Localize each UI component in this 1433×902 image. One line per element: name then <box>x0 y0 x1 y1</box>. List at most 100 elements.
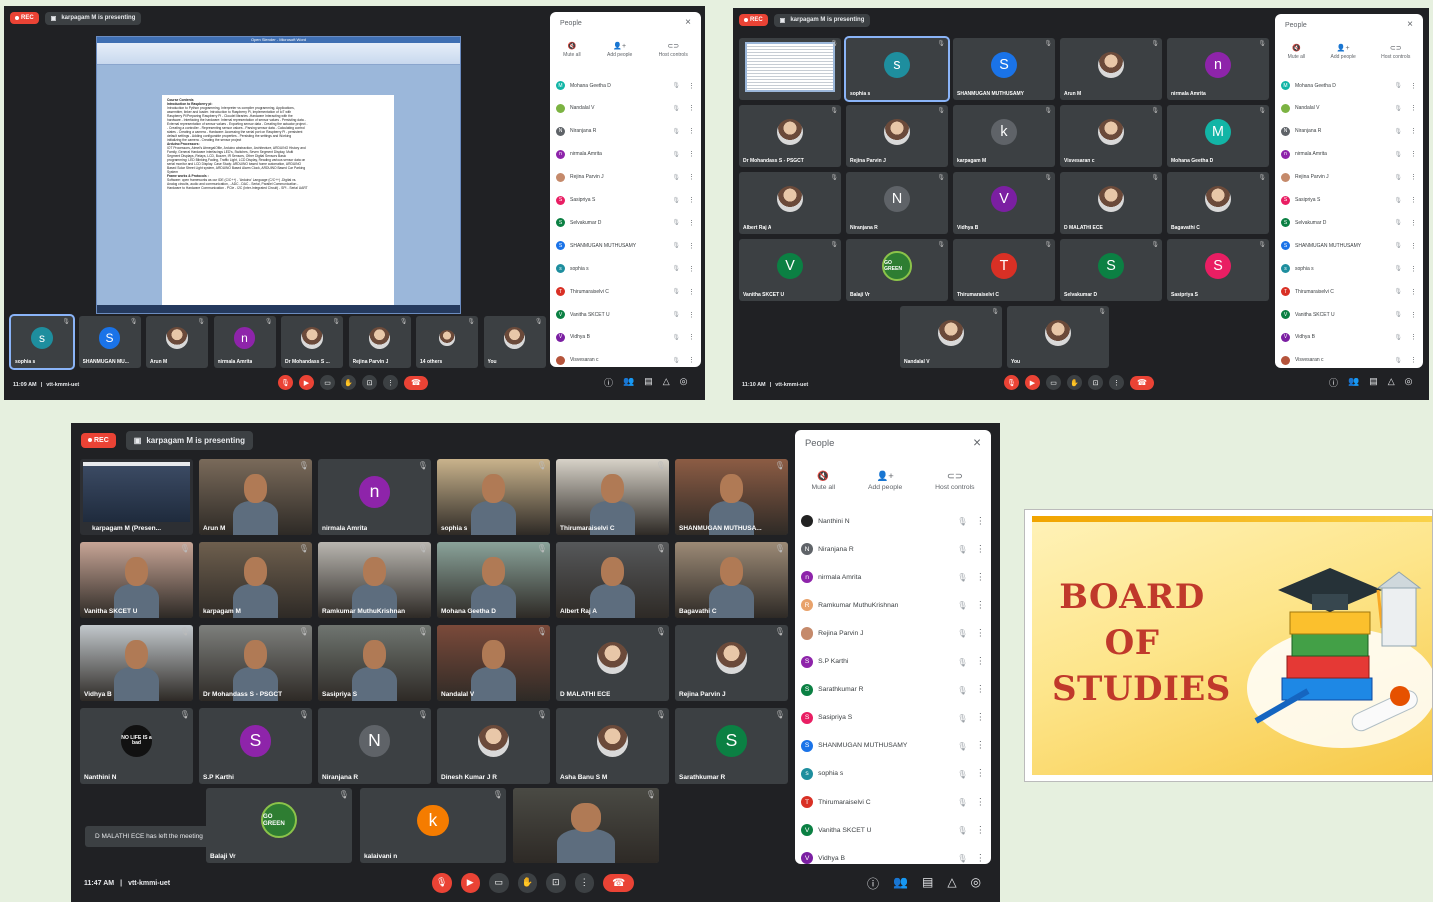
mic-off-icon[interactable]: 🎙 <box>672 242 680 249</box>
more-options-icon[interactable]: ⋮ <box>976 825 985 836</box>
more-options-icon[interactable]: ⋮ <box>976 853 985 864</box>
more-options-icon[interactable]: ⋮ <box>688 333 695 341</box>
people-icon[interactable]: 👥 <box>893 875 908 892</box>
participant-tile[interactable]: s 🎙 sophia s <box>844 36 950 102</box>
participant-row[interactable]: S SHANMUGAN MUTHUSAMY 🎙 ⋮ <box>556 241 695 251</box>
participant-tile[interactable]: 🎙 Dr Mohandass S ... <box>281 316 343 368</box>
host-controls-button[interactable]: ⊂⊃ Host controls <box>659 42 688 58</box>
mic-off-icon[interactable]: 🎙 <box>1394 311 1402 318</box>
chat-icon[interactable]: ▤ <box>1369 376 1378 389</box>
participant-tile[interactable]: 🎙 Bagavathi C <box>1167 172 1269 234</box>
mic-off-icon[interactable]: 🎙 <box>672 128 680 135</box>
participant-row[interactable]: V Vidhya B 🎙 ⋮ <box>801 852 985 864</box>
participant-row[interactable]: S Sarathkumar R 🎙 ⋮ <box>801 683 985 696</box>
participant-row[interactable]: S Sasipriya S 🎙 ⋮ <box>556 195 695 205</box>
participant-tile[interactable]: T 🎙 Thirumaraiselvi C <box>953 239 1055 301</box>
participant-row[interactable]: N Niranjana R 🎙 ⋮ <box>556 126 695 136</box>
mic-off-icon[interactable]: 🎙 <box>957 713 967 723</box>
participant-tile[interactable]: 🎙 Dr Mohandass S - PSGCT <box>739 105 841 167</box>
more-options-icon[interactable]: ⋮ <box>1410 333 1417 341</box>
participant-row[interactable]: V Vanitha SKCET U 🎙 ⋮ <box>1281 310 1417 319</box>
participant-row[interactable]: M Mohana Geetha D 🎙 ⋮ <box>556 81 695 90</box>
more-options-icon[interactable]: ⋮ <box>1410 288 1417 296</box>
more-options-icon[interactable]: ⋮ <box>976 740 985 751</box>
participant-row[interactable]: S Selvakumar D 🎙 ⋮ <box>556 218 695 228</box>
mic-off-icon[interactable]: 🎙 <box>1394 242 1402 249</box>
participant-tile[interactable]: k 🎙 karpagam M <box>953 105 1055 167</box>
more-options-icon[interactable]: ⋮ <box>1410 356 1417 364</box>
participant-tile[interactable]: 🎙 SHANMUGAN MUTHUSA... <box>675 459 788 535</box>
presenting-indicator[interactable]: ▣ karpagam M is presenting <box>125 430 254 450</box>
participant-row[interactable]: Nandalal V 🎙 ⋮ <box>1281 103 1417 113</box>
more-options-icon[interactable]: ⋮ <box>688 82 695 90</box>
participant-tile[interactable]: 🎙 You <box>483 316 546 368</box>
participant-row[interactable]: Visvesaran c 🎙 ⋮ <box>556 355 695 365</box>
more-options-icon[interactable]: ⋮ <box>1410 311 1417 319</box>
participant-tile[interactable]: n 🎙 nirmala Amrita <box>318 459 431 535</box>
security-icon[interactable]: ◎ <box>1405 376 1413 389</box>
participant-tile[interactable]: 🎙 14 others <box>416 316 478 368</box>
participant-tile[interactable]: 🎙 karpagam M <box>199 542 312 618</box>
mic-off-icon[interactable]: 🎙 <box>957 544 967 554</box>
more-options-icon[interactable]: ⋮ <box>688 356 695 364</box>
more-options-icon[interactable]: ⋮ <box>688 219 695 227</box>
security-icon[interactable]: ◎ <box>680 376 688 389</box>
present-button[interactable]: ⊡ <box>362 375 377 390</box>
end-call-button[interactable]: ☎ <box>404 375 428 390</box>
participant-tile[interactable]: n 🎙 nirmala Amrita <box>1167 38 1269 100</box>
more-options-icon[interactable]: ⋮ <box>1410 265 1417 273</box>
more-options-icon[interactable]: ⋮ <box>688 242 695 250</box>
more-options-icon[interactable]: ⋮ <box>688 150 695 158</box>
participant-row[interactable]: S S.P Karthi 🎙 ⋮ <box>801 655 985 668</box>
participant-tile[interactable]: s 🎙 sophia s <box>9 314 75 370</box>
close-icon[interactable]: × <box>973 435 981 450</box>
mute-all-button[interactable]: 🔇 Mute all <box>1288 44 1306 60</box>
participant-row[interactable]: T Thirumaraiselvi C 🎙 ⋮ <box>1281 287 1417 297</box>
participant-tile[interactable]: 🎙 Bagavathi C <box>675 542 788 618</box>
more-options-icon[interactable]: ⋮ <box>976 684 985 695</box>
more-options-icon[interactable]: ⋮ <box>688 265 695 273</box>
mic-off-icon[interactable]: 🎙 <box>1394 174 1402 181</box>
mic-off-icon[interactable]: 🎙 <box>1394 288 1402 295</box>
captions-button[interactable]: ▭ <box>1046 375 1061 390</box>
participant-tile[interactable]: 🎙 Rejina Parvin J <box>846 105 948 167</box>
camera-off-button[interactable]: ▶ <box>299 375 314 390</box>
participant-tile[interactable]: 🎙 Ramkumar MuthuKrishnan <box>318 542 431 618</box>
more-options-icon[interactable]: ⋮ <box>976 572 985 583</box>
camera-off-button[interactable]: ▶ <box>460 873 480 893</box>
more-options-button[interactable]: ⋮ <box>383 375 398 390</box>
mic-off-button[interactable]: 🎙 <box>1004 375 1019 390</box>
host-controls-button[interactable]: ⊂⊃ Host controls <box>1381 44 1410 60</box>
activities-icon[interactable]: △ <box>663 376 670 389</box>
participant-row[interactable]: Visvesaran c 🎙 ⋮ <box>1281 355 1417 365</box>
mute-all-button[interactable]: 🔇 Mute all <box>811 471 835 491</box>
participant-tile[interactable]: 🎙 Vanitha SKCET U <box>80 542 193 618</box>
mic-off-icon[interactable]: 🎙 <box>672 334 680 341</box>
people-icon[interactable]: 👥 <box>1348 376 1359 389</box>
activities-icon[interactable]: △ <box>947 875 956 892</box>
participant-row[interactable]: n nirmala Amrita 🎙 ⋮ <box>1281 149 1417 159</box>
participant-tile[interactable]: 🎙 D MALATHI ECE <box>1060 172 1162 234</box>
participant-tile[interactable]: 🎙 <box>513 788 659 863</box>
presenting-indicator[interactable]: ▣ karpagam M is presenting <box>773 13 871 27</box>
more-options-icon[interactable]: ⋮ <box>1410 196 1417 204</box>
participant-tile[interactable]: S 🎙 Sasipriya S <box>1167 239 1269 301</box>
mic-off-icon[interactable]: 🎙 <box>1394 197 1402 204</box>
participant-row[interactable]: s sophia s 🎙 ⋮ <box>556 264 695 274</box>
participant-row[interactable]: s sophia s 🎙 ⋮ <box>1281 264 1417 274</box>
mic-off-icon[interactable]: 🎙 <box>957 628 967 638</box>
participant-tile[interactable]: 🎙 Mohana Geetha D <box>437 542 550 618</box>
captions-button[interactable]: ▭ <box>320 375 335 390</box>
presenting-tile[interactable]: karpagam M (Presen... <box>80 459 193 535</box>
participant-row[interactable]: V Vanitha SKCET U 🎙 ⋮ <box>801 824 985 837</box>
participant-tile[interactable]: 🎙 Sasipriya S <box>318 625 431 701</box>
mic-off-icon[interactable]: 🎙 <box>672 174 680 181</box>
more-options-icon[interactable]: ⋮ <box>1410 104 1417 112</box>
mic-off-icon[interactable]: 🎙 <box>1394 128 1402 135</box>
mic-off-icon[interactable]: 🎙 <box>672 82 680 89</box>
participant-row[interactable]: n nirmala Amrita 🎙 ⋮ <box>556 149 695 159</box>
participant-tile[interactable]: S 🎙 S.P Karthi <box>199 708 312 784</box>
more-options-button[interactable]: ⋮ <box>1109 375 1124 390</box>
participant-tile[interactable]: 🎙 Dinesh Kumar J R <box>437 708 550 784</box>
mic-off-icon[interactable]: 🎙 <box>957 741 967 751</box>
